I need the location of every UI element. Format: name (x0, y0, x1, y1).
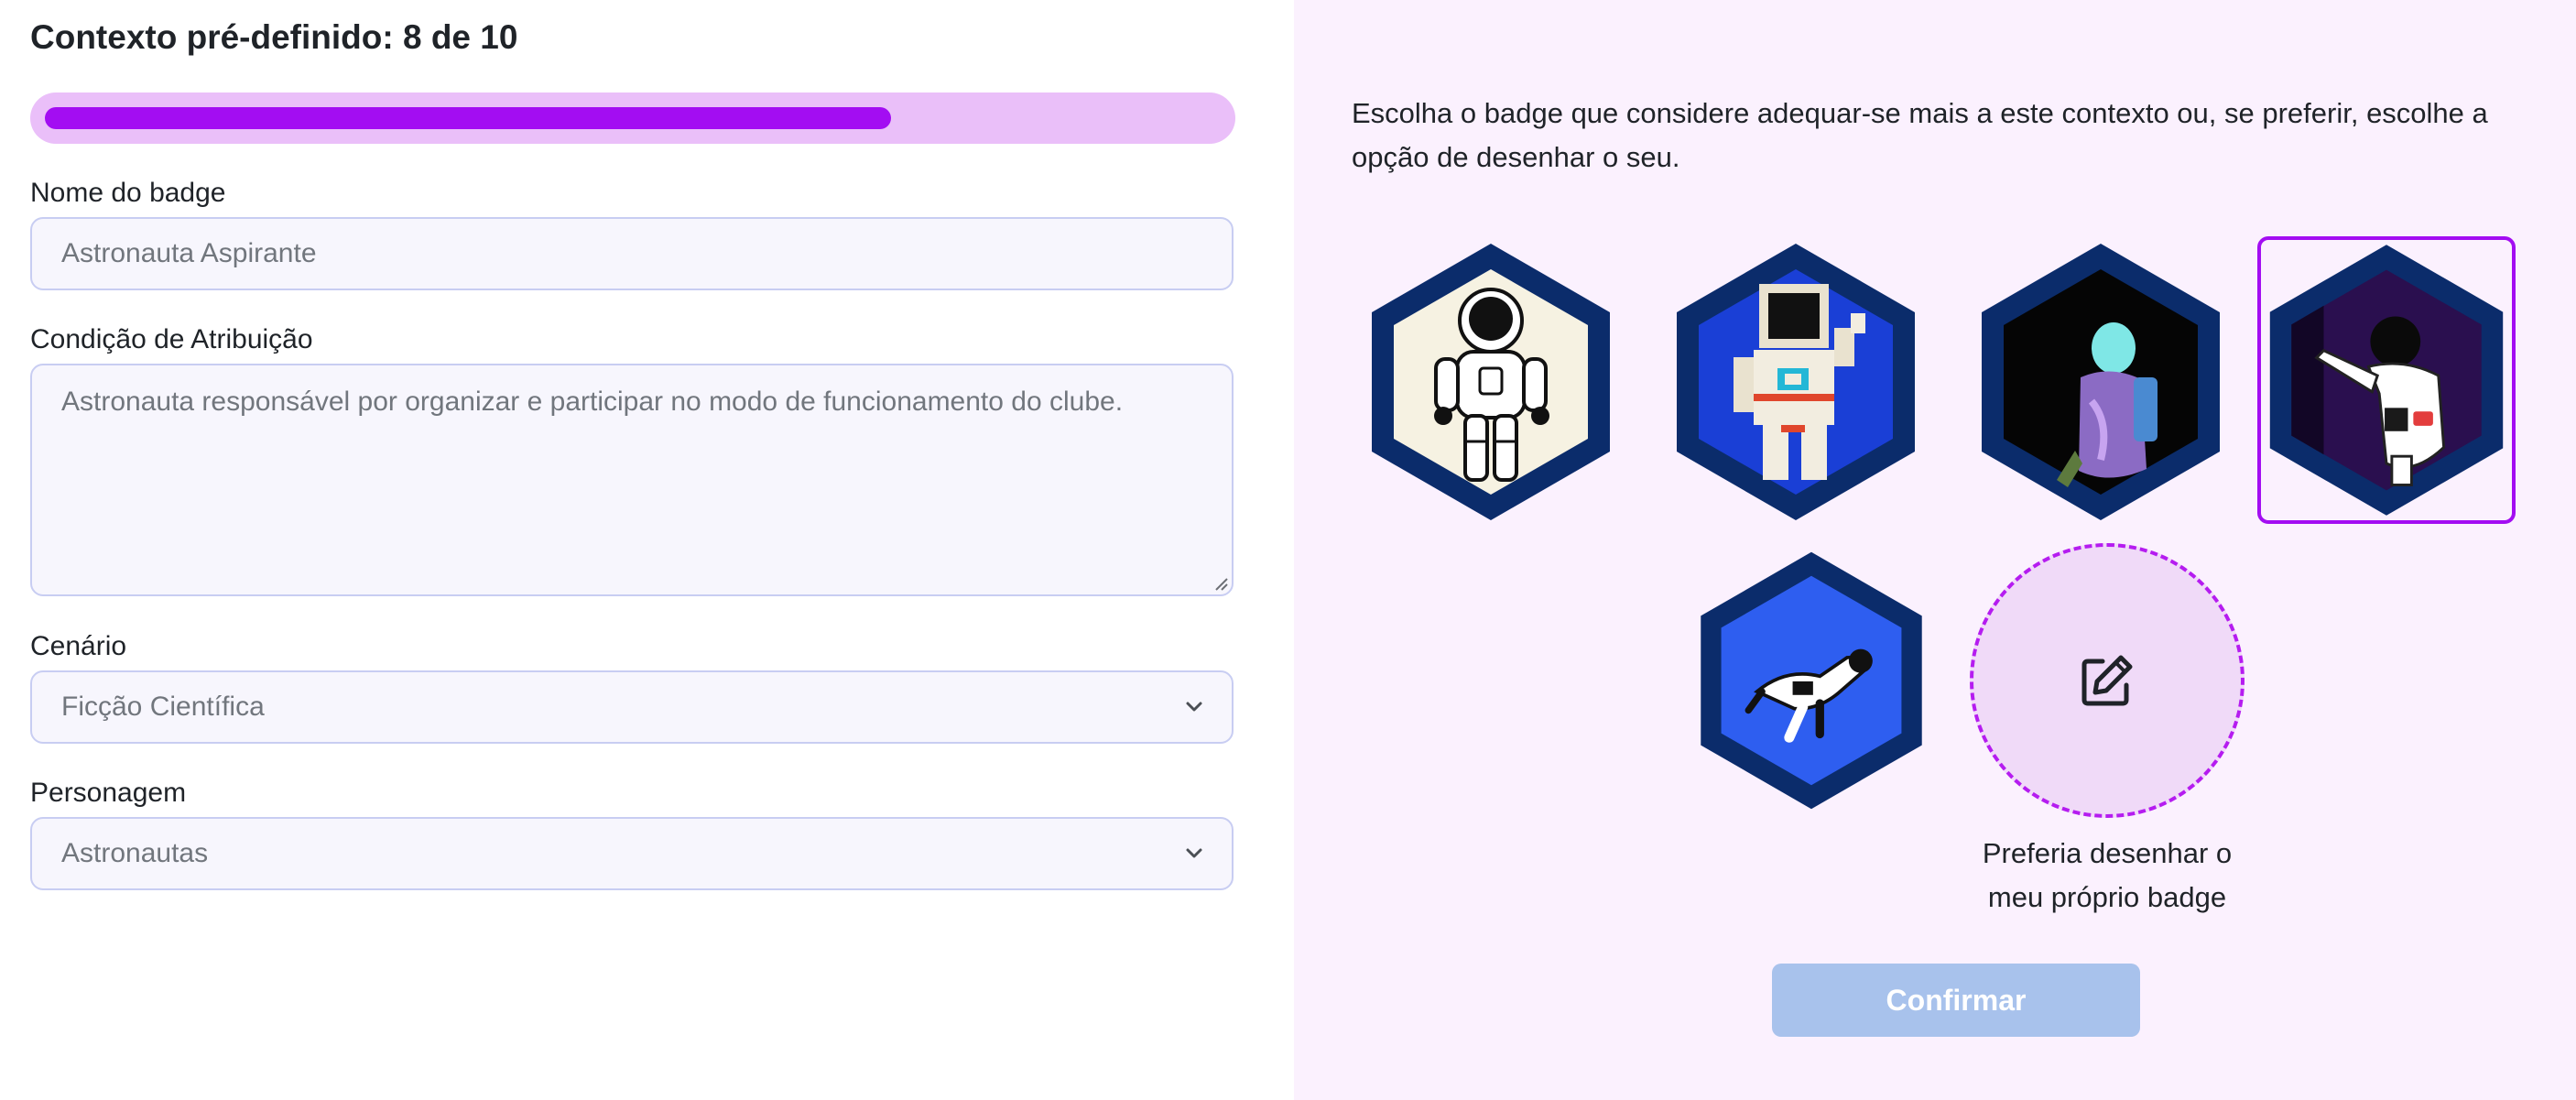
badge-option-2[interactable] (1668, 240, 1924, 524)
badge-instructions: Escolha o badge que considere adequar-se… (1352, 97, 2488, 173)
astronaut-walking-icon (1982, 244, 2220, 520)
character-select[interactable]: Astronautas (30, 817, 1234, 890)
scenario-label: Cenário (30, 631, 127, 661)
page-title: Contexto pré-definido: 8 de 10 (30, 18, 518, 56)
chevron-down-icon (1186, 702, 1202, 712)
progress-bar-fill (45, 107, 891, 129)
badge-option-5[interactable] (1683, 546, 1940, 815)
badge-wizard-page: Contexto pré-definido: 8 de 10 Nome do b… (0, 0, 2576, 1100)
badge-name-label: Nome do badge (30, 178, 226, 208)
draw-own-badge-button[interactable] (1970, 543, 2244, 818)
condition-textarea[interactable]: Astronauta responsável por organizar e p… (30, 364, 1234, 596)
condition-value: Astronauta responsável por organizar e p… (61, 387, 1124, 417)
astronaut-pointing-icon (2269, 245, 2504, 516)
condition-label: Condição de Atribuição (30, 324, 313, 354)
character-value: Astronautas (61, 838, 209, 868)
scenario-value: Ficção Científica (61, 692, 265, 722)
scenario-select[interactable]: Ficção Científica (30, 670, 1234, 744)
progress-bar (30, 93, 1235, 144)
context-form-panel: Contexto pré-definido: 8 de 10 Nome do b… (0, 0, 1294, 1100)
confirm-button[interactable]: Confirmar (1772, 964, 2140, 1037)
astronaut-floating-icon (1701, 551, 1922, 810)
chevron-down-icon (1186, 848, 1202, 858)
badge-option-1[interactable] (1363, 240, 1619, 524)
badge-name-value: Astronauta Aspirante (61, 238, 317, 268)
astronaut-pixel-waving-icon (1677, 244, 1915, 520)
character-label: Personagem (30, 778, 187, 808)
draw-own-badge-caption: Preferia desenhar o meu próprio badge (1982, 837, 2233, 913)
badge-name-input[interactable]: Astronauta Aspirante (30, 217, 1234, 290)
badge-picker-panel: Escolha o badge que considere adequar-se… (1294, 0, 2576, 1100)
edit-icon (2081, 655, 2133, 706)
badge-option-4[interactable] (2257, 236, 2516, 524)
astronaut-standing-icon (1372, 244, 1610, 520)
resize-grip-icon[interactable] (1212, 574, 1228, 591)
badge-option-3[interactable] (1973, 240, 2229, 524)
